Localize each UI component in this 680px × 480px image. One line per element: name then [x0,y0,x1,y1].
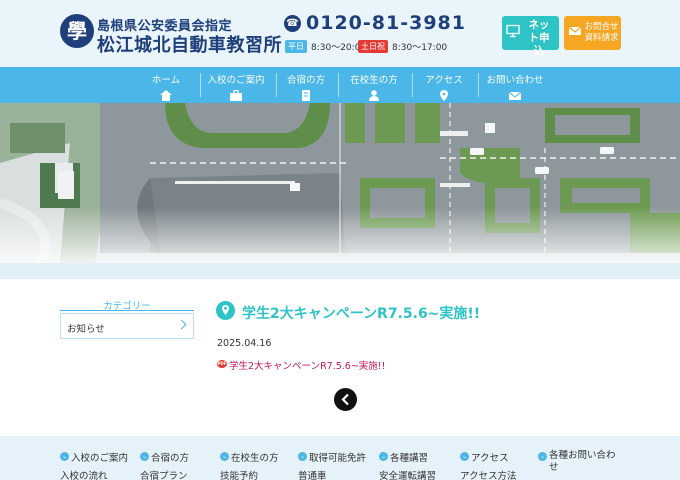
footer-link[interactable]: 合宿プラン [140,468,189,480]
post-title: 学生2大キャンペーンR7.5.6~実施!! [242,306,481,322]
back-button[interactable] [334,388,357,411]
footer-link[interactable]: アクセス方法 [460,468,517,480]
map-pin-icon [440,90,448,101]
footer-heading[interactable]: ⌄ 各種お問い合わせ [538,450,620,474]
nav-item-students[interactable]: 在校生の方 [344,67,404,103]
pdf-icon: PDF [217,360,227,368]
chevron-down-icon: ⌄ [60,452,69,461]
computer-icon [506,24,520,38]
inquiry-button[interactable]: お問合せ資料請求 [564,16,621,50]
nav-divider [338,73,339,97]
nav-divider [478,73,479,97]
nav-item-access[interactable]: アクセス [418,67,470,103]
footer-heading[interactable]: ⌄ 在校生の方 [220,450,279,464]
school-logo[interactable]: 學 [60,14,94,48]
footer-heading[interactable]: ⌄ 各種講習 [379,450,436,464]
mail-icon [509,91,521,100]
footer-column-admission: ⌄ 入校のご案内 入校の流れ [60,450,128,480]
nav-item-admission[interactable]: 入校のご案内 [204,67,268,103]
chevron-down-icon: ⌄ [538,452,547,461]
inquiry-label: お問合せ資料請求 [584,22,619,43]
weekday-hours: 平日 8:30～20:00 [285,40,366,53]
footer-link[interactable]: 技能予約 [220,468,279,480]
saturday-hours: 土日祝 8:30～17:00 [358,40,447,53]
site-header: 學 島根県公安委員会指定 松江城北自動車教習所 ☎ 0120-81-3981 平… [0,0,680,67]
footer-heading[interactable]: ⌄ 合宿の方 [140,450,189,464]
nav-item-camp[interactable]: 合宿の方 [282,67,330,103]
nav-divider [412,73,413,97]
chevron-down-icon: ⌄ [379,452,388,461]
school-name[interactable]: 松江城北自動車教習所 [97,31,282,57]
nav-label: 在校生の方 [350,75,398,86]
footer-column-contact: ⌄ 各種お問い合わせ [538,450,620,474]
briefcase-icon [230,90,242,101]
footer-column-access: ⌄ アクセス アクセス方法 [460,450,517,480]
weekday-badge: 平日 [285,40,307,53]
footer-column-licenses: ⌄ 取得可能免許 普通車 [298,450,366,480]
category-divider [60,310,194,311]
chevron-down-icon: ⌄ [220,452,229,461]
saturday-badge: 土日祝 [358,40,388,53]
nav-divider [276,73,277,97]
nav-item-contact[interactable]: お問い合わせ [482,67,548,103]
driving-course-illustration [0,103,680,263]
footer-column-camp: ⌄ 合宿の方 合宿プラン [140,450,189,480]
footer-heading-label: 在校生の方 [231,453,279,464]
footer-heading-label: 各種お問い合わせ [549,450,616,473]
chevron-down-icon: ⌄ [460,452,469,461]
nav-divider [200,73,201,97]
nav-label: お問い合わせ [486,75,544,86]
phone-icon: ☎ [284,15,301,32]
nav-label: ホーム [151,75,181,86]
category-item-news[interactable]: お知らせ [60,313,194,339]
footer-heading-label: アクセス [471,453,509,464]
phone-number[interactable]: 0120-81-3981 [306,12,466,34]
footer-link[interactable]: 入校の流れ [60,468,128,480]
footer-heading-label: 入校のご案内 [71,453,129,464]
nav-label: アクセス [425,75,463,86]
footer-heading-label: 各種講習 [390,453,429,464]
mail-icon [568,26,582,35]
footer-heading[interactable]: ⌄ 入校のご案内 [60,450,128,464]
chevron-left-icon [341,393,349,406]
footer-link[interactable]: 安全運転講習 [379,468,436,480]
chevron-right-icon [176,319,187,330]
pdf-download-link[interactable]: 学生2大キャンペーンR7.5.6~実施!! [229,358,385,372]
chevron-down-icon: ⌄ [298,452,307,461]
footer-link[interactable]: 普通車 [298,468,366,480]
chevron-down-icon: ⌄ [140,452,149,461]
home-icon [160,90,172,101]
saturday-hours-text: 8:30～17:00 [392,43,448,53]
global-nav: ホーム 入校のご案内 合宿の方 在校生の方 アクセス お問い合わせ [0,67,680,103]
category-item-label: お知らせ [67,324,105,335]
person-icon [369,90,379,101]
hero-aerial-photo [0,103,680,263]
nav-label: 合宿の方 [286,75,325,86]
post-date: 2025.04.16 [217,338,272,349]
footer-heading-label: 合宿の方 [151,453,190,464]
nav-item-home[interactable]: ホーム [140,67,192,103]
location-pin-icon [216,301,235,320]
footer-heading-label: 取得可能免許 [309,453,367,464]
hero-bottom-band [0,263,680,279]
footer-column-courses: ⌄ 各種講習 安全運転講習 [379,450,436,480]
net-application-button[interactable]: ネット申込 [502,16,559,57]
net-application-label: ネット申込 [528,19,550,57]
footer-column-students: ⌄ 在校生の方 技能予約 [220,450,279,480]
footer-heading[interactable]: ⌄ 取得可能免許 [298,450,366,464]
nav-label: 入校のご案内 [207,75,265,86]
footer-heading[interactable]: ⌄ アクセス [460,450,517,464]
document-icon [302,90,310,101]
